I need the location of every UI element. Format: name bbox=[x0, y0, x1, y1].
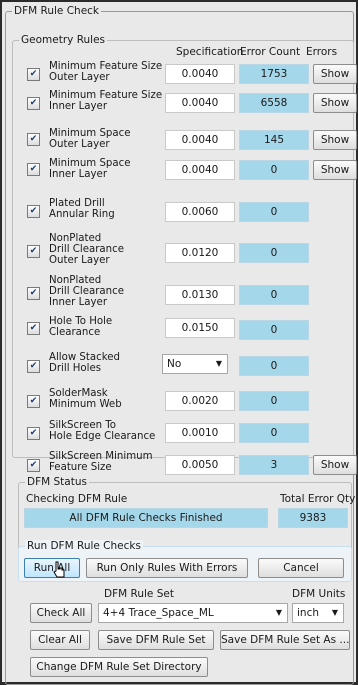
show-errors-button[interactable]: Show bbox=[313, 160, 357, 180]
rule-label: Allow Stacked Drill Holes bbox=[49, 352, 121, 374]
rule-checkbox[interactable]: ✔ bbox=[27, 68, 40, 81]
rule-spec-input[interactable]: 0.0020 bbox=[165, 391, 235, 411]
rule-set-select-value: 4+4 Trace_Space_ML bbox=[103, 607, 214, 619]
clear-all-button[interactable]: Clear All bbox=[30, 630, 90, 650]
window-title: DFM Rule Check bbox=[12, 5, 102, 17]
total-error-label: Total Error Qty bbox=[280, 493, 356, 505]
rule-label: Plated Drill Annular Ring bbox=[49, 198, 115, 220]
rule-spec-input[interactable]: 0.0150 bbox=[165, 318, 235, 338]
rule-error-count: 3 bbox=[239, 455, 309, 475]
show-errors-button[interactable]: Show bbox=[313, 455, 357, 475]
units-select[interactable]: inch ▼ bbox=[292, 603, 344, 623]
rule-spec-input[interactable]: 0.0060 bbox=[165, 202, 235, 222]
rule-label: Minimum Space Outer Layer bbox=[49, 128, 131, 150]
rule-spec-input[interactable]: 0.0050 bbox=[165, 455, 235, 475]
rule-checkbox[interactable]: ✔ bbox=[27, 322, 40, 335]
status-message: All DFM Rule Checks Finished bbox=[24, 508, 268, 528]
rule-checkbox[interactable]: ✔ bbox=[27, 360, 40, 373]
rule-error-count: 6558 bbox=[239, 93, 309, 113]
rule-spec-input[interactable]: 0.0040 bbox=[165, 130, 235, 150]
units-select-value: inch bbox=[297, 607, 319, 619]
rule-checkbox[interactable]: ✔ bbox=[27, 395, 40, 408]
rule-label: SilkScreen Minimum Feature Size bbox=[49, 451, 153, 473]
rule-label: Minimum Feature Size Inner Layer bbox=[49, 90, 163, 112]
rule-label: SilkScreen To Hole Edge Clearance bbox=[49, 420, 156, 442]
rule-label: NonPlated Drill Clearance Outer Layer bbox=[49, 233, 124, 266]
rule-set-select[interactable]: 4+4 Trace_Space_ML ▼ bbox=[98, 603, 288, 623]
show-errors-button[interactable]: Show bbox=[313, 93, 357, 113]
header-specification: Specification bbox=[176, 46, 244, 58]
dfm-rule-set-label: DFM Rule Set bbox=[104, 588, 174, 600]
rule-error-count: 0 bbox=[239, 160, 309, 180]
chevron-down-icon: ▼ bbox=[215, 359, 222, 368]
show-errors-button[interactable]: Show bbox=[313, 64, 357, 84]
rule-checkbox[interactable]: ✔ bbox=[27, 133, 40, 146]
rule-spec-input[interactable]: 0.0010 bbox=[165, 423, 235, 443]
rule-label: Minimum Feature Size Outer Layer bbox=[49, 61, 163, 83]
dfm-status-legend: DFM Status bbox=[25, 476, 89, 488]
chevron-down-icon: ▼ bbox=[331, 608, 338, 617]
rule-spec-input[interactable]: 0.0040 bbox=[165, 93, 235, 113]
rule-error-count: 145 bbox=[239, 130, 309, 150]
cancel-button[interactable]: Cancel bbox=[258, 558, 344, 578]
rule-spec-input[interactable]: 0.0130 bbox=[165, 285, 235, 305]
rule-checkbox[interactable]: ✔ bbox=[27, 163, 40, 176]
rule-error-count: 0 bbox=[239, 391, 309, 411]
rule-spec-input[interactable]: 0.0040 bbox=[165, 64, 235, 84]
run-checks-legend: Run DFM Rule Checks bbox=[25, 540, 143, 552]
check-all-button[interactable]: Check All bbox=[30, 603, 92, 623]
rule-error-count: 0 bbox=[239, 243, 309, 263]
rule-error-count: 1753 bbox=[239, 64, 309, 84]
chevron-down-icon: ▼ bbox=[275, 608, 282, 617]
rule-label: Hole To Hole Clearance bbox=[49, 316, 113, 338]
geometry-rules-legend: Geometry Rules bbox=[19, 34, 108, 46]
save-rule-set-as-button[interactable]: Save DFM Rule Set As ... bbox=[220, 630, 350, 650]
rule-checkbox[interactable]: ✔ bbox=[27, 205, 40, 218]
header-errors: Errors bbox=[306, 46, 338, 58]
dfm-units-label: DFM Units bbox=[292, 588, 346, 600]
hand-cursor-icon bbox=[53, 561, 65, 578]
rule-error-count: 0 bbox=[239, 320, 309, 340]
save-rule-set-button[interactable]: Save DFM Rule Set bbox=[98, 630, 214, 650]
rule-checkbox[interactable]: ✔ bbox=[27, 287, 40, 300]
show-errors-button[interactable]: Show bbox=[313, 130, 357, 150]
rule-label: NonPlated Drill Clearance Inner Layer bbox=[49, 275, 124, 308]
rule-checkbox[interactable]: ✔ bbox=[27, 459, 40, 472]
total-error-qty: 9383 bbox=[278, 508, 348, 528]
rule-label: SolderMask Minimum Web bbox=[49, 388, 122, 410]
rule-checkbox[interactable]: ✔ bbox=[27, 245, 40, 258]
checking-rule-label: Checking DFM Rule bbox=[26, 493, 128, 505]
header-error-count: Error Count bbox=[240, 46, 301, 58]
run-only-errors-button[interactable]: Run Only Rules With Errors bbox=[86, 558, 248, 578]
rule-label: Minimum Space Inner Layer bbox=[49, 158, 131, 180]
change-directory-button[interactable]: Change DFM Rule Set Directory bbox=[30, 657, 208, 677]
stacked-holes-select[interactable]: No ▼ bbox=[162, 354, 228, 374]
rule-checkbox[interactable]: ✔ bbox=[27, 97, 40, 110]
rule-error-count: 0 bbox=[239, 356, 309, 376]
rule-error-count: 0 bbox=[239, 423, 309, 443]
rule-spec-input[interactable]: 0.0120 bbox=[165, 243, 235, 263]
rule-error-count: 0 bbox=[239, 202, 309, 222]
rule-checkbox[interactable]: ✔ bbox=[27, 427, 40, 440]
stacked-holes-select-value: No bbox=[167, 358, 182, 370]
rule-spec-input[interactable]: 0.0040 bbox=[165, 160, 235, 180]
dfm-rule-check-panel: DFM Rule Check Geometry Rules Specificat… bbox=[2, 2, 357, 685]
rule-error-count: 0 bbox=[239, 285, 309, 305]
